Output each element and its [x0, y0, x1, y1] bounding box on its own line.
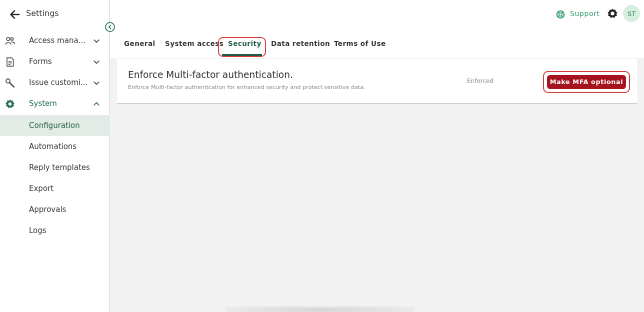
sidebar-subitem-approvals[interactable]: Approvals — [0, 199, 110, 220]
mfa-title: Enforce Multi-factor authentication. — [128, 70, 293, 81]
sidebar-subitem-logs[interactable]: Logs — [0, 220, 110, 241]
lifebuoy-icon — [556, 9, 565, 19]
support-label: Support — [570, 10, 600, 18]
button-highlight-outline: Make MFA optional — [543, 71, 630, 93]
collapse-sidebar-button[interactable] — [105, 22, 115, 32]
mfa-status: Enforced — [467, 78, 494, 85]
wrench-icon — [5, 78, 15, 88]
tab-highlight-outline — [218, 37, 266, 57]
chevron-down-icon — [93, 60, 100, 64]
sidebar-subitem-automations[interactable]: Automations — [0, 136, 110, 157]
settings-gear-icon[interactable] — [607, 8, 618, 19]
sidebar-subitem-export[interactable]: Export — [0, 178, 110, 199]
sidebar-item-label: Issue customi... — [29, 78, 88, 87]
avatar[interactable]: ST — [623, 5, 640, 22]
sidebar-subitem-label: Logs — [29, 226, 47, 235]
support-link[interactable]: Support — [556, 8, 600, 20]
chevron-up-icon — [93, 102, 100, 106]
tab-general[interactable]: General — [124, 40, 155, 48]
sidebar-item-label: Access mana... — [29, 36, 86, 45]
make-mfa-optional-button[interactable]: Make MFA optional — [547, 75, 626, 89]
sidebar-header: Settings — [0, 0, 110, 28]
chevron-down-icon — [93, 39, 100, 43]
chevron-left-icon — [108, 24, 112, 30]
gear-icon — [5, 99, 15, 109]
sidebar-subitem-label: Automations — [29, 142, 77, 151]
mfa-setting-card: Enforce Multi-factor authentication. Enf… — [117, 59, 637, 104]
bottom-shadow — [225, 306, 415, 312]
sidebar-item-system[interactable]: System — [0, 94, 110, 114]
back-arrow-icon[interactable] — [9, 9, 20, 20]
mfa-description: Enforce Multi-factor authentication for … — [128, 85, 366, 91]
sidebar-item-label: System — [29, 99, 57, 108]
people-icon — [5, 36, 15, 45]
sidebar: Settings Access mana... Forms Issue cust… — [0, 0, 110, 312]
tab-system-access[interactable]: System access — [165, 40, 224, 48]
sidebar-title: Settings — [26, 9, 59, 18]
sidebar-item-access-management[interactable]: Access mana... — [0, 31, 110, 51]
sidebar-subitem-label: Reply templates — [29, 163, 90, 172]
tab-terms-of-use[interactable]: Terms of Use — [334, 40, 386, 48]
sidebar-item-forms[interactable]: Forms — [0, 52, 110, 72]
sidebar-subitem-label: Approvals — [29, 205, 67, 214]
sidebar-item-issue-customization[interactable]: Issue customi... — [0, 73, 110, 93]
sidebar-subitem-reply-templates[interactable]: Reply templates — [0, 157, 110, 178]
document-icon — [6, 57, 14, 67]
sidebar-item-label: Forms — [29, 57, 52, 66]
chevron-down-icon — [93, 81, 100, 85]
tab-data-retention[interactable]: Data retention — [271, 40, 330, 48]
sidebar-subitem-label: Export — [29, 184, 54, 193]
sidebar-subitem-configuration[interactable]: Configuration — [0, 115, 110, 136]
sidebar-subitem-label: Configuration — [29, 121, 80, 130]
